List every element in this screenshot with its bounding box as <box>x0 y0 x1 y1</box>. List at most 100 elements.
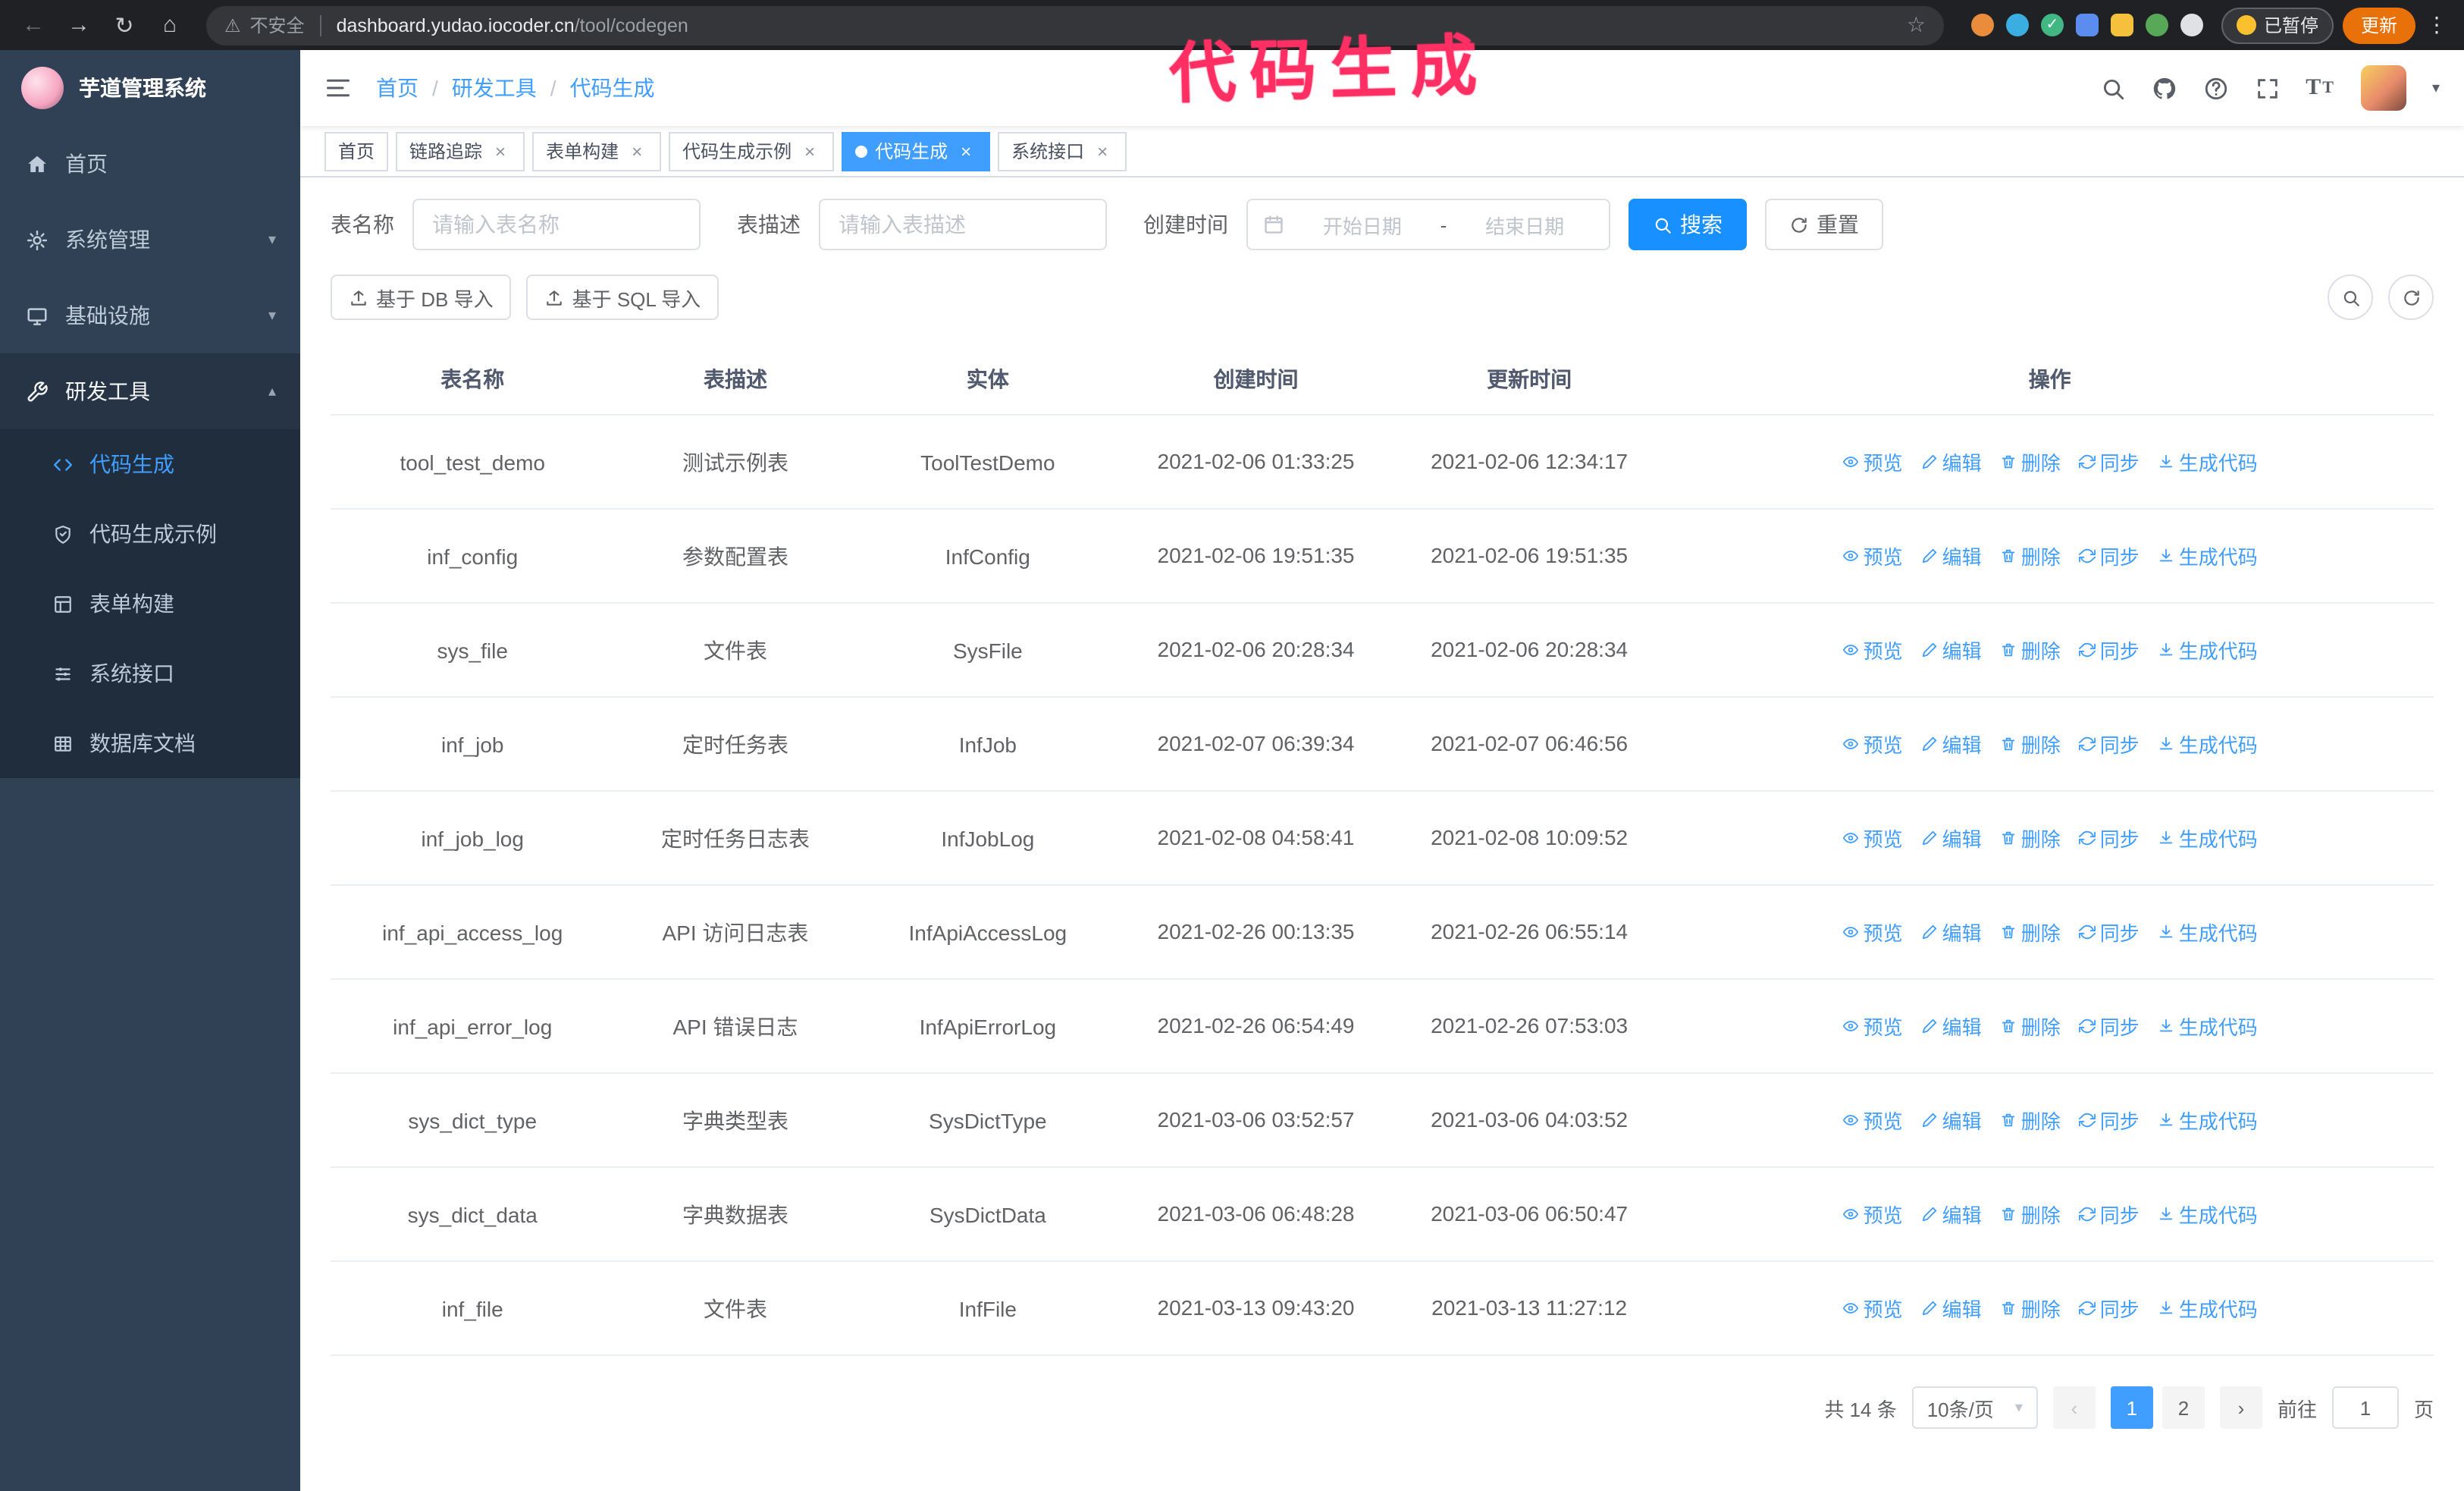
close-icon[interactable]: × <box>490 140 511 162</box>
prev-page-button[interactable]: ‹ <box>2052 1386 2096 1429</box>
preview-link[interactable]: 预览 <box>1842 730 1903 758</box>
extension-icon-1[interactable] <box>1970 14 1994 36</box>
close-icon[interactable]: × <box>626 140 647 162</box>
tab-tracing[interactable]: 链路追踪 × <box>396 131 525 171</box>
chevron-down-icon[interactable]: ▾ <box>2432 80 2440 96</box>
delete-link[interactable]: 删除 <box>2000 824 2061 852</box>
sidebar-item-home[interactable]: 首页 <box>0 126 300 202</box>
delete-link[interactable]: 删除 <box>2000 730 2061 758</box>
search-icon[interactable] <box>2099 75 2125 101</box>
extension-icon-3[interactable]: ✓ <box>2040 14 2064 36</box>
edit-link[interactable]: 编辑 <box>1921 541 1982 570</box>
preview-link[interactable]: 预览 <box>1842 1200 1903 1229</box>
generate-code-link[interactable]: 生成代码 <box>2158 447 2258 476</box>
preview-link[interactable]: 预览 <box>1842 541 1903 570</box>
import-db-button[interactable]: 基于 DB 导入 <box>331 275 512 320</box>
browser-home-icon[interactable]: ⌂ <box>152 12 188 38</box>
preview-link[interactable]: 预览 <box>1842 636 1903 664</box>
preview-link[interactable]: 预览 <box>1842 824 1903 852</box>
next-page-button[interactable]: › <box>2219 1386 2262 1429</box>
close-icon[interactable]: × <box>955 140 977 162</box>
edit-link[interactable]: 编辑 <box>1921 636 1982 664</box>
refresh-table-button[interactable] <box>2388 275 2434 320</box>
preview-link[interactable]: 预览 <box>1842 447 1903 476</box>
date-range-picker[interactable]: 开始日期 - 结束日期 <box>1246 199 1610 250</box>
sync-link[interactable]: 同步 <box>2078 636 2140 664</box>
search-button[interactable]: 搜索 <box>1629 199 1747 250</box>
edit-link[interactable]: 编辑 <box>1921 447 1982 476</box>
page-button-1[interactable]: 1 <box>2110 1386 2153 1429</box>
edit-link[interactable]: 编辑 <box>1921 1012 1982 1041</box>
tab-home[interactable]: 首页 <box>324 131 389 171</box>
sidebar-item-system-management[interactable]: 系统管理 ▾ <box>0 202 300 278</box>
sync-link[interactable]: 同步 <box>2078 1200 2140 1229</box>
table-name-input[interactable] <box>412 199 701 250</box>
user-avatar[interactable] <box>2360 65 2406 111</box>
browser-update-button[interactable]: 更新 <box>2342 7 2415 43</box>
generate-code-link[interactable]: 生成代码 <box>2158 1200 2258 1229</box>
tab-codegen[interactable]: 代码生成 × <box>842 131 991 171</box>
sidebar-item-dev-tools[interactable]: 研发工具 ▴ <box>0 353 300 429</box>
extension-icon-7[interactable] <box>2180 14 2203 36</box>
delete-link[interactable]: 删除 <box>2000 918 2061 946</box>
generate-code-link[interactable]: 生成代码 <box>2158 918 2258 946</box>
generate-code-link[interactable]: 生成代码 <box>2158 730 2258 758</box>
github-icon[interactable] <box>2151 75 2177 101</box>
delete-link[interactable]: 删除 <box>2000 447 2061 476</box>
page-button-2[interactable]: 2 <box>2161 1386 2205 1429</box>
generate-code-link[interactable]: 生成代码 <box>2158 541 2258 570</box>
tab-system-api[interactable]: 系统接口 × <box>998 131 1127 171</box>
font-size-icon[interactable]: TT <box>2306 75 2335 101</box>
preview-link[interactable]: 预览 <box>1842 1294 1903 1323</box>
extension-icon-5[interactable] <box>2110 14 2133 36</box>
tab-codegen-example[interactable]: 代码生成示例 × <box>669 131 835 171</box>
preview-link[interactable]: 预览 <box>1842 918 1903 946</box>
import-sql-button[interactable]: 基于 SQL 导入 <box>526 275 719 320</box>
toggle-search-button[interactable] <box>2328 275 2373 320</box>
app-logo[interactable]: 芋道管理系统 <box>0 50 300 126</box>
breadcrumb-home[interactable]: 首页 <box>376 73 419 103</box>
close-icon[interactable]: × <box>799 140 820 162</box>
edit-link[interactable]: 编辑 <box>1921 1200 1982 1229</box>
delete-link[interactable]: 删除 <box>2000 1200 2061 1229</box>
table-desc-input[interactable] <box>819 199 1107 250</box>
sidebar-item-db-doc[interactable]: 数据库文档 <box>0 708 300 778</box>
sync-link[interactable]: 同步 <box>2078 730 2140 758</box>
delete-link[interactable]: 删除 <box>2000 541 2061 570</box>
profile-paused-badge[interactable]: 已暂停 <box>2221 7 2334 43</box>
bookmark-star-icon[interactable]: ☆ <box>1907 12 1926 38</box>
generate-code-link[interactable]: 生成代码 <box>2158 636 2258 664</box>
sync-link[interactable]: 同步 <box>2078 541 2140 570</box>
browser-forward-icon[interactable]: → <box>61 12 97 38</box>
extension-icon-2[interactable] <box>2005 14 2029 36</box>
delete-link[interactable]: 删除 <box>2000 1294 2061 1323</box>
browser-back-icon[interactable]: ← <box>15 12 52 38</box>
edit-link[interactable]: 编辑 <box>1921 824 1982 852</box>
sync-link[interactable]: 同步 <box>2078 824 2140 852</box>
sidebar-item-codegen-example[interactable]: 代码生成示例 <box>0 499 300 569</box>
delete-link[interactable]: 删除 <box>2000 1012 2061 1041</box>
generate-code-link[interactable]: 生成代码 <box>2158 1106 2258 1135</box>
address-bar[interactable]: ⚠ 不安全 dashboard.yudao.iocoder.cn/tool/co… <box>206 5 1944 45</box>
sync-link[interactable]: 同步 <box>2078 918 2140 946</box>
generate-code-link[interactable]: 生成代码 <box>2158 1012 2258 1041</box>
generate-code-link[interactable]: 生成代码 <box>2158 1294 2258 1323</box>
close-icon[interactable]: × <box>1092 140 1113 162</box>
extension-icon-6[interactable] <box>2145 14 2168 36</box>
edit-link[interactable]: 编辑 <box>1921 1294 1982 1323</box>
fullscreen-icon[interactable] <box>2254 75 2280 101</box>
edit-link[interactable]: 编辑 <box>1921 730 1982 758</box>
sync-link[interactable]: 同步 <box>2078 1294 2140 1323</box>
sidebar-item-form-builder[interactable]: 表单构建 <box>0 569 300 639</box>
page-size-select[interactable]: 10条/页 ▾ <box>1911 1386 2038 1429</box>
preview-link[interactable]: 预览 <box>1842 1012 1903 1041</box>
tab-form-builder[interactable]: 表单构建 × <box>532 131 662 171</box>
sidebar-item-codegen[interactable]: 代码生成 <box>0 429 300 499</box>
sync-link[interactable]: 同步 <box>2078 447 2140 476</box>
generate-code-link[interactable]: 生成代码 <box>2158 824 2258 852</box>
reset-button[interactable]: 重置 <box>1765 199 1883 250</box>
help-icon[interactable] <box>2202 75 2228 101</box>
sidebar-item-system-api[interactable]: 系统接口 <box>0 639 300 708</box>
edit-link[interactable]: 编辑 <box>1921 918 1982 946</box>
browser-reload-icon[interactable]: ↻ <box>106 11 143 39</box>
